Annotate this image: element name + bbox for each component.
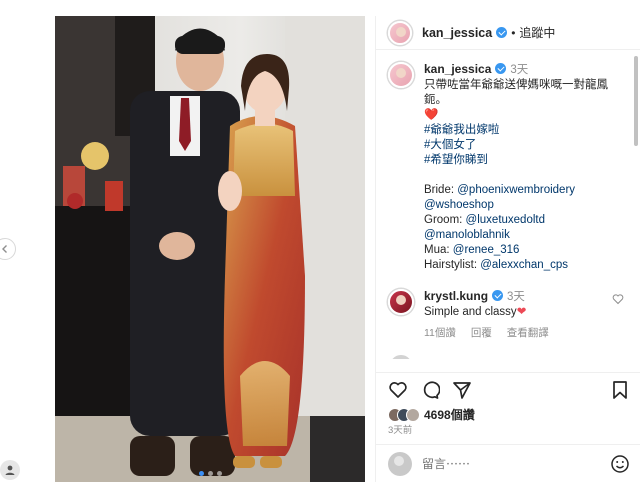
carousel-dot bbox=[198, 471, 204, 476]
credit-label: Hairstylist: bbox=[424, 259, 481, 271]
heart-emoji: ❤️ bbox=[424, 109, 439, 121]
verified-badge-icon bbox=[496, 27, 508, 38]
verified-badge-icon bbox=[495, 63, 507, 74]
author-username[interactable]: kan_jessica bbox=[422, 26, 492, 40]
mention-link[interactable]: @luxetuxedoltd bbox=[466, 214, 545, 226]
credit-label: Groom: bbox=[424, 214, 466, 226]
caption-username[interactable]: kan_jessica bbox=[424, 62, 491, 76]
credit-line: Bride: @phoenixwembroidery bbox=[424, 183, 620, 198]
profile-button[interactable] bbox=[0, 460, 20, 480]
comments-scrollbar[interactable] bbox=[634, 56, 638, 146]
author-avatar[interactable] bbox=[388, 20, 412, 45]
liker-avatar bbox=[406, 407, 420, 422]
mention-link[interactable]: @phoenixwembroidery bbox=[457, 184, 575, 196]
caption-text: 只帶咗當年爺爺送俾媽咪嘅一對龍鳳鈪。 bbox=[424, 79, 608, 106]
credit-label: Mua: bbox=[424, 244, 453, 256]
comment-like-icon[interactable] bbox=[612, 293, 624, 305]
credit-label: Bride: bbox=[424, 184, 458, 196]
carousel-dot bbox=[216, 471, 222, 476]
chevron-left-icon bbox=[2, 245, 7, 253]
comment-input[interactable] bbox=[422, 456, 582, 471]
mention-link[interactable]: @manoloblahnik bbox=[424, 229, 510, 241]
bookmark-icon[interactable] bbox=[610, 380, 630, 400]
credit-line: @wshoeshop bbox=[424, 198, 620, 213]
comment-item bbox=[376, 347, 632, 359]
commenter-username[interactable]: krystl.kung bbox=[424, 289, 488, 303]
translate-button[interactable]: 查看翻譯 bbox=[507, 327, 549, 339]
credit-line: @manoloblahnik bbox=[424, 228, 620, 243]
mention-link[interactable]: @renee_316 bbox=[453, 244, 520, 256]
comment-text-line: Simple and classy❤ bbox=[424, 305, 620, 320]
hashtag-link[interactable]: #大個女了 bbox=[424, 138, 620, 153]
heart-icon[interactable] bbox=[388, 380, 408, 400]
comment-likes[interactable]: 11個讚 bbox=[424, 327, 456, 339]
wedding-couple-image bbox=[55, 16, 365, 482]
likes-summary[interactable]: 4698個讚 bbox=[388, 406, 475, 423]
heart-emoji: ❤ bbox=[516, 306, 527, 318]
credit-line: Hairstylist: @alexxchan_cps bbox=[424, 258, 620, 273]
reply-button[interactable]: 回覆 bbox=[471, 327, 492, 339]
action-bar bbox=[376, 372, 640, 406]
comment-text: Simple and classy bbox=[424, 306, 517, 318]
mention-link[interactable]: @alexxchan_cps bbox=[480, 259, 568, 271]
header-separator: • bbox=[511, 25, 516, 40]
caption-avatar[interactable] bbox=[388, 62, 414, 88]
emoji-icon[interactable] bbox=[610, 454, 630, 474]
post-photo[interactable] bbox=[55, 16, 365, 482]
hashtag-link[interactable]: #爺爺我出嫁啦 bbox=[424, 123, 620, 138]
mention-link[interactable]: @wshoeshop bbox=[424, 199, 494, 211]
user-icon bbox=[5, 465, 15, 475]
carousel-indicator bbox=[55, 471, 365, 476]
comment-icon[interactable] bbox=[420, 380, 440, 400]
credit-line: Mua: @renee_316 bbox=[424, 243, 620, 258]
caption: kan_jessica 3天 只帶咗當年爺爺送俾媽咪嘅一對龍鳳鈪。 ❤️ #爺爺我… bbox=[376, 56, 632, 279]
comments-list[interactable]: kan_jessica 3天 只帶咗當年爺爺送俾媽咪嘅一對龍鳳鈪。 ❤️ #爺爺我… bbox=[376, 56, 632, 376]
following-status[interactable]: 追蹤中 bbox=[519, 24, 555, 41]
credit-line: Groom: @luxetuxedoltd bbox=[424, 213, 620, 228]
hashtag-link[interactable]: #希望你睇到 bbox=[424, 153, 620, 168]
comment-meta: 11個讚 回覆 查看翻譯 bbox=[424, 326, 620, 341]
carousel-dot bbox=[207, 471, 213, 476]
commenter-avatar[interactable] bbox=[388, 289, 414, 315]
comment-item: krystl.kung 3天 Simple and classy❤ 11個讚 回覆… bbox=[376, 283, 632, 347]
likes-count[interactable]: 4698個讚 bbox=[424, 406, 475, 423]
commenter-avatar[interactable] bbox=[388, 353, 414, 359]
share-icon[interactable] bbox=[452, 380, 472, 400]
post-detail-panel: kan_jessica • 追蹤中 kan_jessica 3天 只帶咗當年爺爺送… bbox=[375, 16, 640, 482]
current-user-avatar bbox=[388, 451, 412, 476]
caption-time[interactable]: 3天 bbox=[510, 64, 528, 76]
verified-badge-icon bbox=[492, 290, 504, 301]
liker-avatars bbox=[388, 407, 420, 422]
add-comment-bar bbox=[376, 444, 640, 482]
post-header: kan_jessica • 追蹤中 bbox=[376, 16, 640, 50]
comment-time[interactable]: 3天 bbox=[507, 291, 525, 303]
post-timestamp[interactable]: 3天前 bbox=[388, 422, 412, 436]
